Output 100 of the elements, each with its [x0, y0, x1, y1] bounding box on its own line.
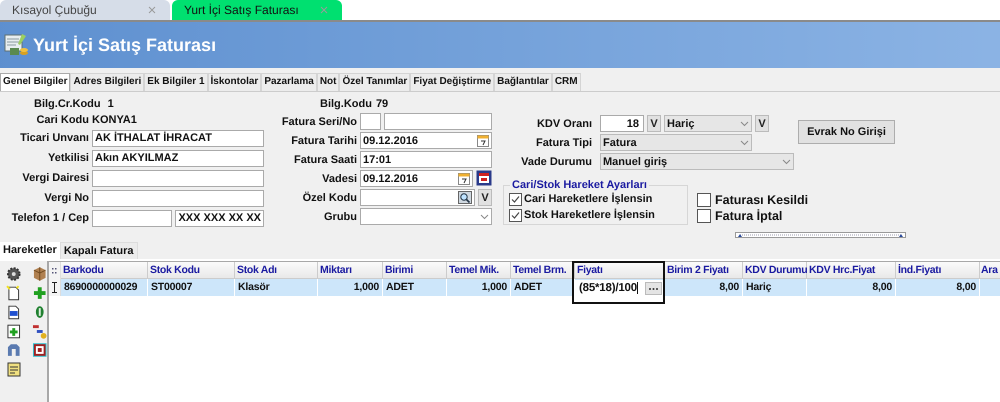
field-value: 79 — [376, 98, 388, 110]
new-document-icon[interactable] — [6, 285, 22, 301]
column-header[interactable]: Stok Adı — [235, 262, 318, 279]
field-label: Yetkilisi — [47, 152, 90, 164]
table-cell: ST00007 — [148, 279, 235, 296]
form-tab[interactable]: Genel Bilgiler — [0, 73, 70, 91]
column-header[interactable]: Temel Mik. — [447, 262, 511, 279]
table-cell: 8,00 — [665, 279, 743, 296]
clipboard-icon[interactable] — [6, 361, 22, 377]
gear-icon[interactable] — [6, 266, 22, 282]
text-field[interactable]: 17:01 — [360, 151, 492, 168]
checkbox-label: Fatura İptal — [715, 209, 782, 223]
splitter-handle[interactable] — [735, 232, 906, 238]
checkbox-label: Faturası Kesildi — [715, 193, 808, 207]
column-header[interactable]: Ara — [980, 262, 1000, 279]
dropdown[interactable]: Fatura — [600, 134, 752, 151]
invoice-icon — [4, 32, 30, 58]
form-tab[interactable]: Adres Bilgileri — [70, 73, 144, 91]
text-field[interactable]: XXX XXX XX XX — [175, 210, 264, 226]
table-row[interactable]: 8690000000029 ST00007 Klasör 1,000 ADET 1,000 ADET (85*18)/100 8,00 Hariç 8,00 8,00 — [49, 279, 1000, 296]
field-label: Grubu — [323, 210, 358, 222]
group-title: Cari/Stok Hareket Ayarları — [510, 179, 649, 191]
field-value: KONYA1 — [92, 114, 137, 126]
drag-handle-icon[interactable] — [52, 268, 57, 274]
form-tab[interactable]: CRM — [552, 73, 581, 91]
detail-tab[interactable]: Kapalı Fatura — [60, 242, 138, 259]
field-label: Bilg.Kodu — [320, 98, 372, 110]
column-header[interactable]: Miktarı — [318, 262, 383, 279]
field-label: KDV Oranı — [536, 118, 593, 130]
checkbox[interactable] — [697, 193, 711, 207]
search-icon[interactable] — [458, 191, 472, 204]
text-field[interactable] — [92, 190, 264, 206]
checkbox[interactable] — [509, 208, 522, 222]
field-label: Telefon 1 / Cep — [10, 212, 90, 224]
text-field[interactable] — [384, 113, 492, 130]
chevron-icon — [740, 140, 749, 146]
column-header[interactable]: KDV Hrc.Fiyat — [807, 262, 896, 279]
calendar-icon[interactable] — [458, 172, 470, 185]
stop-icon[interactable] — [32, 342, 47, 358]
text-field[interactable]: Akın AKYILMAZ — [92, 150, 264, 166]
lookup-field[interactable] — [360, 189, 475, 206]
text-field[interactable] — [92, 170, 264, 186]
text-field[interactable]: AK İTHALAT İHRACAT — [92, 130, 264, 146]
add-document-icon[interactable] — [6, 323, 22, 339]
calendar-icon[interactable] — [476, 170, 492, 186]
form-tab[interactable]: Özel Tanımlar — [339, 73, 410, 91]
field-label: Fatura Tipi — [534, 136, 593, 148]
column-header[interactable]: Birim 2 Fiyatı — [665, 262, 743, 279]
form-tab[interactable]: Not — [316, 73, 340, 91]
date-field[interactable]: 09.12.2016 — [360, 170, 473, 187]
table-cell: Hariç — [743, 279, 807, 296]
v-button[interactable]: V — [478, 189, 492, 206]
table-cell: 8,00 — [807, 279, 896, 296]
field-label: Fatura Seri/No — [280, 116, 358, 128]
text-field[interactable] — [360, 113, 381, 130]
form-tab[interactable]: Pazarlama — [261, 73, 317, 91]
field-label: Cari Kodu — [35, 114, 90, 126]
plus-icon[interactable] — [32, 285, 47, 301]
form-tab[interactable]: Ek Bilgiler 1 — [144, 73, 208, 91]
table-cell: 8690000000029 — [61, 279, 148, 296]
window-tab[interactable]: Kısayol Çubuğu — [0, 0, 170, 20]
column-header[interactable]: Birimi — [383, 262, 447, 279]
chevron-icon — [782, 158, 791, 164]
checkbox[interactable] — [697, 209, 711, 223]
text-cursor-icon — [52, 282, 57, 293]
column-header[interactable]: Fiyatı — [575, 262, 665, 279]
dropdown[interactable]: Hariç — [664, 115, 752, 132]
dropdown[interactable]: Manuel giriş — [600, 153, 794, 170]
table-cell: 1,000 — [447, 279, 511, 296]
form-tab[interactable]: Fiyat Değiştirme — [410, 73, 494, 91]
table-cell: 1,000 — [318, 279, 383, 296]
column-header[interactable]: KDV Durumu — [743, 262, 807, 279]
cell-editor[interactable]: (85*18)/100 — [575, 280, 665, 296]
window-tab[interactable]: Yurt İçi Satış Faturası — [172, 0, 342, 20]
field-label: Fatura Tarihi — [290, 134, 358, 146]
column-header[interactable]: İnd.Fiyatı — [896, 262, 980, 279]
date-field[interactable]: 09.12.2016 — [360, 132, 492, 149]
v-button[interactable]: V — [755, 115, 769, 132]
field-value: 1 — [108, 98, 114, 110]
more-icon[interactable] — [645, 282, 662, 294]
field-label: Ticari Unvanı — [19, 132, 90, 144]
evrak-button[interactable]: Evrak No Girişi — [798, 120, 895, 144]
column-header[interactable]: Temel Brm. — [511, 262, 575, 279]
column-header[interactable]: Stok Kodu — [148, 262, 235, 279]
checkbox[interactable] — [509, 192, 522, 206]
chevron-icon — [480, 214, 489, 220]
v-button[interactable]: V — [647, 115, 661, 132]
detail-tab[interactable]: Hareketler — [0, 242, 60, 259]
form-tab[interactable]: Bağlantılar — [494, 73, 552, 91]
calendar-icon[interactable] — [477, 134, 489, 147]
table-cell: ADET — [383, 279, 447, 296]
field-label: Vadesi — [321, 172, 358, 184]
text-field[interactable] — [92, 210, 172, 226]
form-tab[interactable]: İskontolar — [208, 73, 262, 91]
document-icon[interactable] — [6, 304, 22, 320]
column-header[interactable]: Barkodu — [61, 262, 148, 279]
field-label: Vergi Dairesi — [21, 172, 90, 184]
checkbox-label: Stok Hareketlere İşlensin — [524, 209, 655, 221]
box-icon[interactable] — [32, 266, 47, 282]
text-field[interactable]: 18 — [600, 115, 644, 132]
